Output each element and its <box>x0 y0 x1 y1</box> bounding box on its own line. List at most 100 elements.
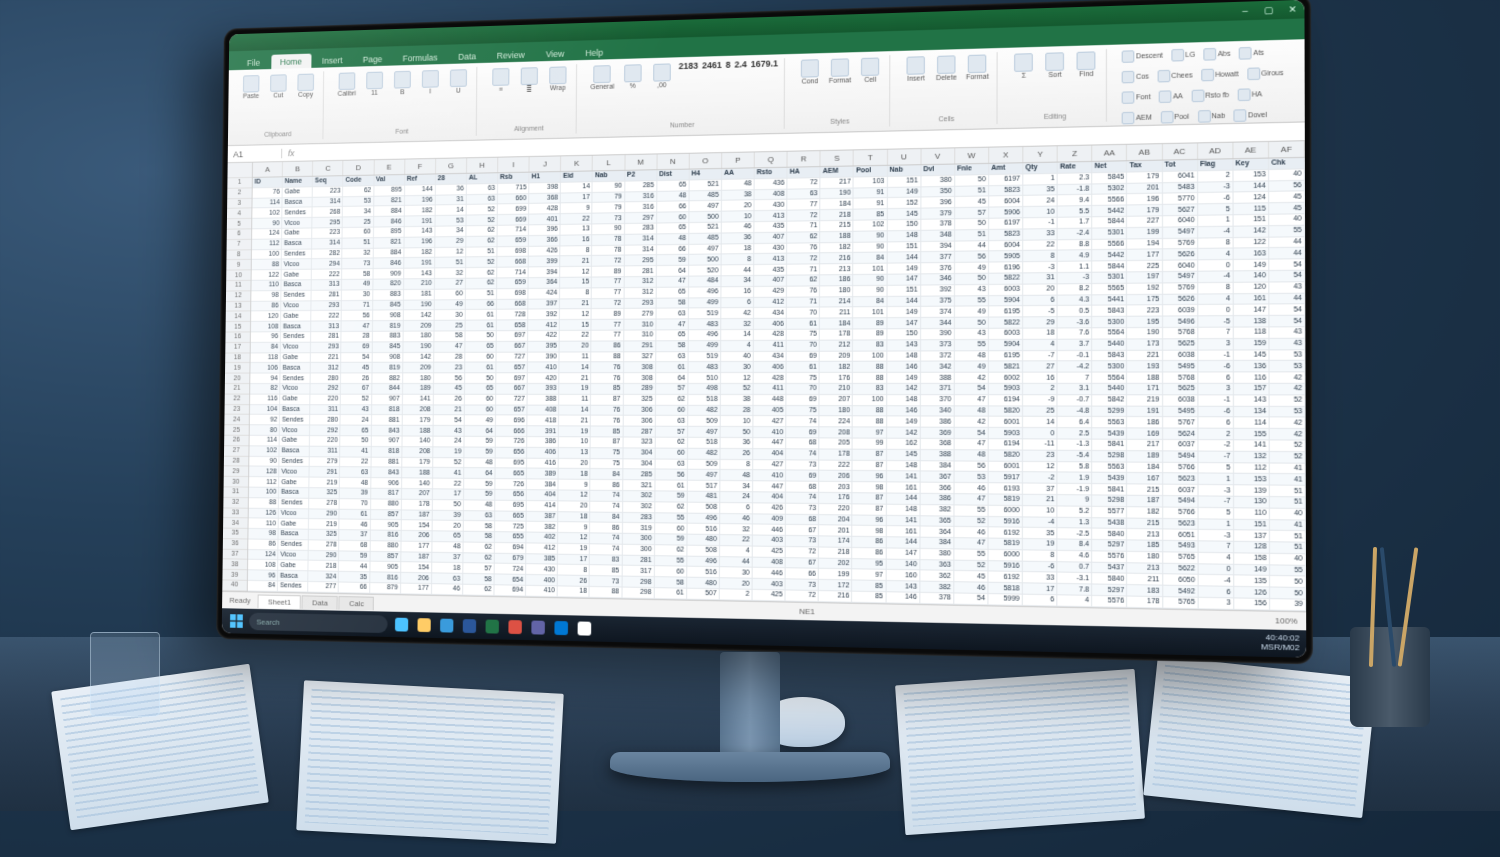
cell[interactable]: 19 <box>559 426 591 436</box>
cell[interactable]: 98 <box>853 482 887 492</box>
cell[interactable]: 142 <box>887 384 921 394</box>
taskbar-icon-excel[interactable] <box>482 616 503 636</box>
cell[interactable]: 18 <box>432 563 463 573</box>
cell[interactable]: 714 <box>497 268 529 278</box>
cell[interactable]: 75 <box>787 373 820 383</box>
cell[interactable]: 4 <box>720 546 753 556</box>
cell[interactable]: 36 <box>720 438 753 448</box>
cell[interactable]: 26 <box>434 394 465 404</box>
cell[interactable]: 394 <box>921 241 955 251</box>
cell[interactable]: 659 <box>497 278 529 288</box>
row-header[interactable]: 7 <box>227 240 252 251</box>
cell[interactable]: 516 <box>687 524 720 534</box>
cell[interactable]: 386 <box>920 494 954 504</box>
cell[interactable]: Basca <box>280 405 310 414</box>
cell[interactable]: 5563 <box>1092 462 1127 472</box>
ribbon-label-rsto-fb[interactable]: Rsto fb <box>1189 87 1231 105</box>
cell[interactable]: 5767 <box>1163 417 1198 427</box>
row-header[interactable]: 16 <box>225 332 250 342</box>
cell[interactable]: 293 <box>312 301 343 311</box>
cell[interactable]: 379 <box>921 208 955 218</box>
cell[interactable]: 378 <box>921 219 955 229</box>
cell[interactable]: 725 <box>495 522 527 532</box>
cell[interactable]: 47 <box>656 319 688 329</box>
ribbon-btn-copy[interactable]: Copy <box>294 72 318 101</box>
cell[interactable]: 118 <box>1234 327 1270 337</box>
cell[interactable]: 154 <box>401 520 432 530</box>
cell[interactable]: 43 <box>1269 327 1305 337</box>
cell[interactable]: 5493 <box>1163 541 1198 552</box>
cell[interactable]: 406 <box>754 362 787 372</box>
cell[interactable]: 50 <box>465 331 496 341</box>
cell[interactable]: 61 <box>655 481 688 491</box>
field-header[interactable]: Dvl <box>921 165 955 176</box>
cell[interactable]: 90 <box>593 181 625 191</box>
cell[interactable]: 310 <box>624 330 656 340</box>
cell[interactable]: 144 <box>1233 181 1269 192</box>
cell[interactable]: Basca <box>279 529 309 539</box>
ribbon-btn--[interactable]: % <box>620 62 645 92</box>
cell[interactable]: 191 <box>404 258 435 268</box>
cell[interactable]: 77 <box>592 277 624 287</box>
cell[interactable]: 5770 <box>1162 193 1197 204</box>
cell[interactable]: 845 <box>372 342 403 352</box>
cell[interactable]: 25 <box>1023 406 1058 416</box>
cell[interactable]: 1 <box>1198 474 1234 485</box>
cell[interactable]: 188 <box>402 468 433 478</box>
cell[interactable]: 429 <box>754 286 787 296</box>
ribbon-label-chees[interactable]: Chees <box>1155 67 1195 85</box>
ribbon-btn-sort[interactable]: Sort <box>1041 50 1068 81</box>
cell[interactable]: 208 <box>820 427 853 437</box>
cell[interactable]: 2 <box>1198 429 1234 439</box>
cell[interactable]: 905 <box>370 562 401 572</box>
cell[interactable]: 43 <box>955 329 989 339</box>
cell[interactable]: -11 <box>1023 439 1058 449</box>
cell[interactable]: 218 <box>819 547 853 557</box>
cell[interactable]: 8.2 <box>1058 284 1093 294</box>
cell[interactable]: 480 <box>687 535 720 545</box>
cell[interactable]: 53 <box>1269 361 1305 371</box>
cell[interactable]: 47 <box>954 538 988 549</box>
cell[interactable]: 51 <box>955 186 989 197</box>
cell[interactable]: 5441 <box>1092 295 1127 305</box>
field-header[interactable]: P2 <box>625 170 657 180</box>
cell[interactable]: 216 <box>819 591 853 602</box>
cell[interactable]: 5437 <box>1092 562 1127 573</box>
cell[interactable]: 302 <box>623 491 655 501</box>
cell[interactable]: 211 <box>1127 574 1162 585</box>
cell[interactable]: -1.3 <box>1058 439 1093 449</box>
cell[interactable]: -4 <box>1198 226 1234 237</box>
cell[interactable]: 177 <box>1127 250 1162 260</box>
cell[interactable]: 50 <box>341 436 372 446</box>
cell[interactable]: 306 <box>623 405 655 415</box>
cell[interactable]: 61 <box>465 321 496 331</box>
cell[interactable]: 65 <box>465 342 496 352</box>
cell[interactable]: Sendes <box>281 332 311 342</box>
cell[interactable]: 5768 <box>1163 328 1198 338</box>
cell[interactable]: 67 <box>786 525 819 535</box>
cell[interactable]: 69 <box>786 427 819 437</box>
cell[interactable]: 280 <box>310 415 341 425</box>
ribbon-label-lg[interactable]: LG <box>1169 46 1197 63</box>
cell[interactable]: 398 <box>529 183 561 193</box>
cell[interactable]: 161 <box>1233 294 1269 304</box>
cell[interactable]: 211 <box>820 308 853 318</box>
cell[interactable]: 659 <box>497 236 529 246</box>
cell[interactable]: 186 <box>820 275 853 285</box>
cell[interactable]: 191 <box>1127 406 1162 416</box>
cell[interactable]: 62 <box>463 553 495 563</box>
cell[interactable]: 517 <box>688 481 721 491</box>
cell[interactable]: 205 <box>820 438 853 448</box>
cell[interactable]: 6 <box>1198 373 1234 383</box>
field-header[interactable]: Dist <box>657 170 689 180</box>
cell[interactable]: 283 <box>625 223 657 233</box>
row-header[interactable]: 8 <box>226 250 251 261</box>
cell[interactable]: 219 <box>310 478 341 488</box>
cell[interactable]: 62 <box>466 236 497 246</box>
cell[interactable]: 124 <box>252 229 282 239</box>
field-header[interactable]: Rsb <box>498 173 530 183</box>
cell[interactable]: 371 <box>921 384 955 394</box>
cell[interactable]: 5298 <box>1092 451 1127 461</box>
cell[interactable]: 163 <box>1233 248 1269 259</box>
cell[interactable]: 39 <box>432 510 463 520</box>
